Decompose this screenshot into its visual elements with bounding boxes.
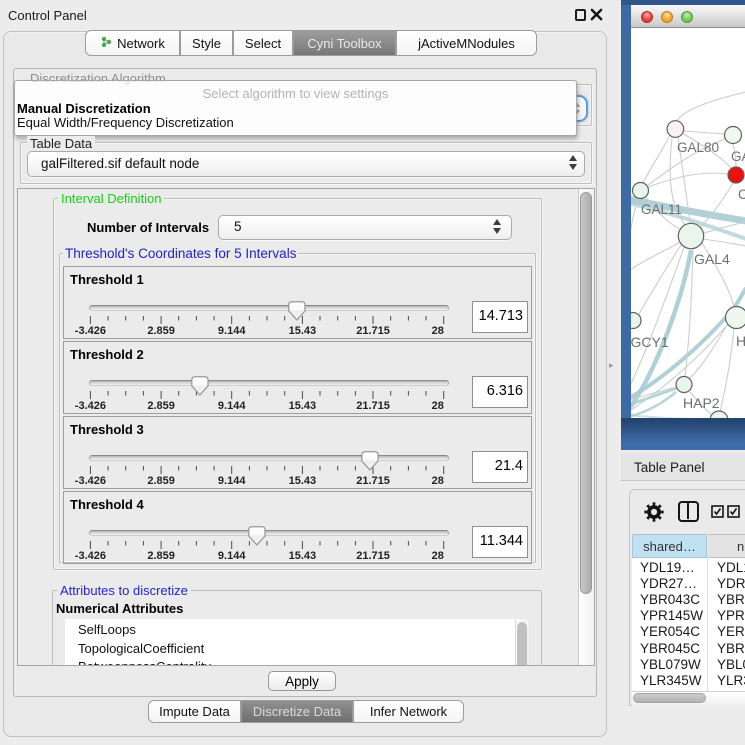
svg-text:GAL80: GAL80 xyxy=(677,140,719,155)
svg-text:C: C xyxy=(738,187,745,202)
svg-text:GCY1: GCY1 xyxy=(631,334,669,350)
svg-text:H: H xyxy=(736,333,745,349)
svg-text:HAP2: HAP2 xyxy=(683,395,720,411)
svg-text:GAL11: GAL11 xyxy=(641,202,682,217)
svg-text:GAL4: GAL4 xyxy=(694,251,730,267)
svg-text:GA: GA xyxy=(731,149,745,164)
